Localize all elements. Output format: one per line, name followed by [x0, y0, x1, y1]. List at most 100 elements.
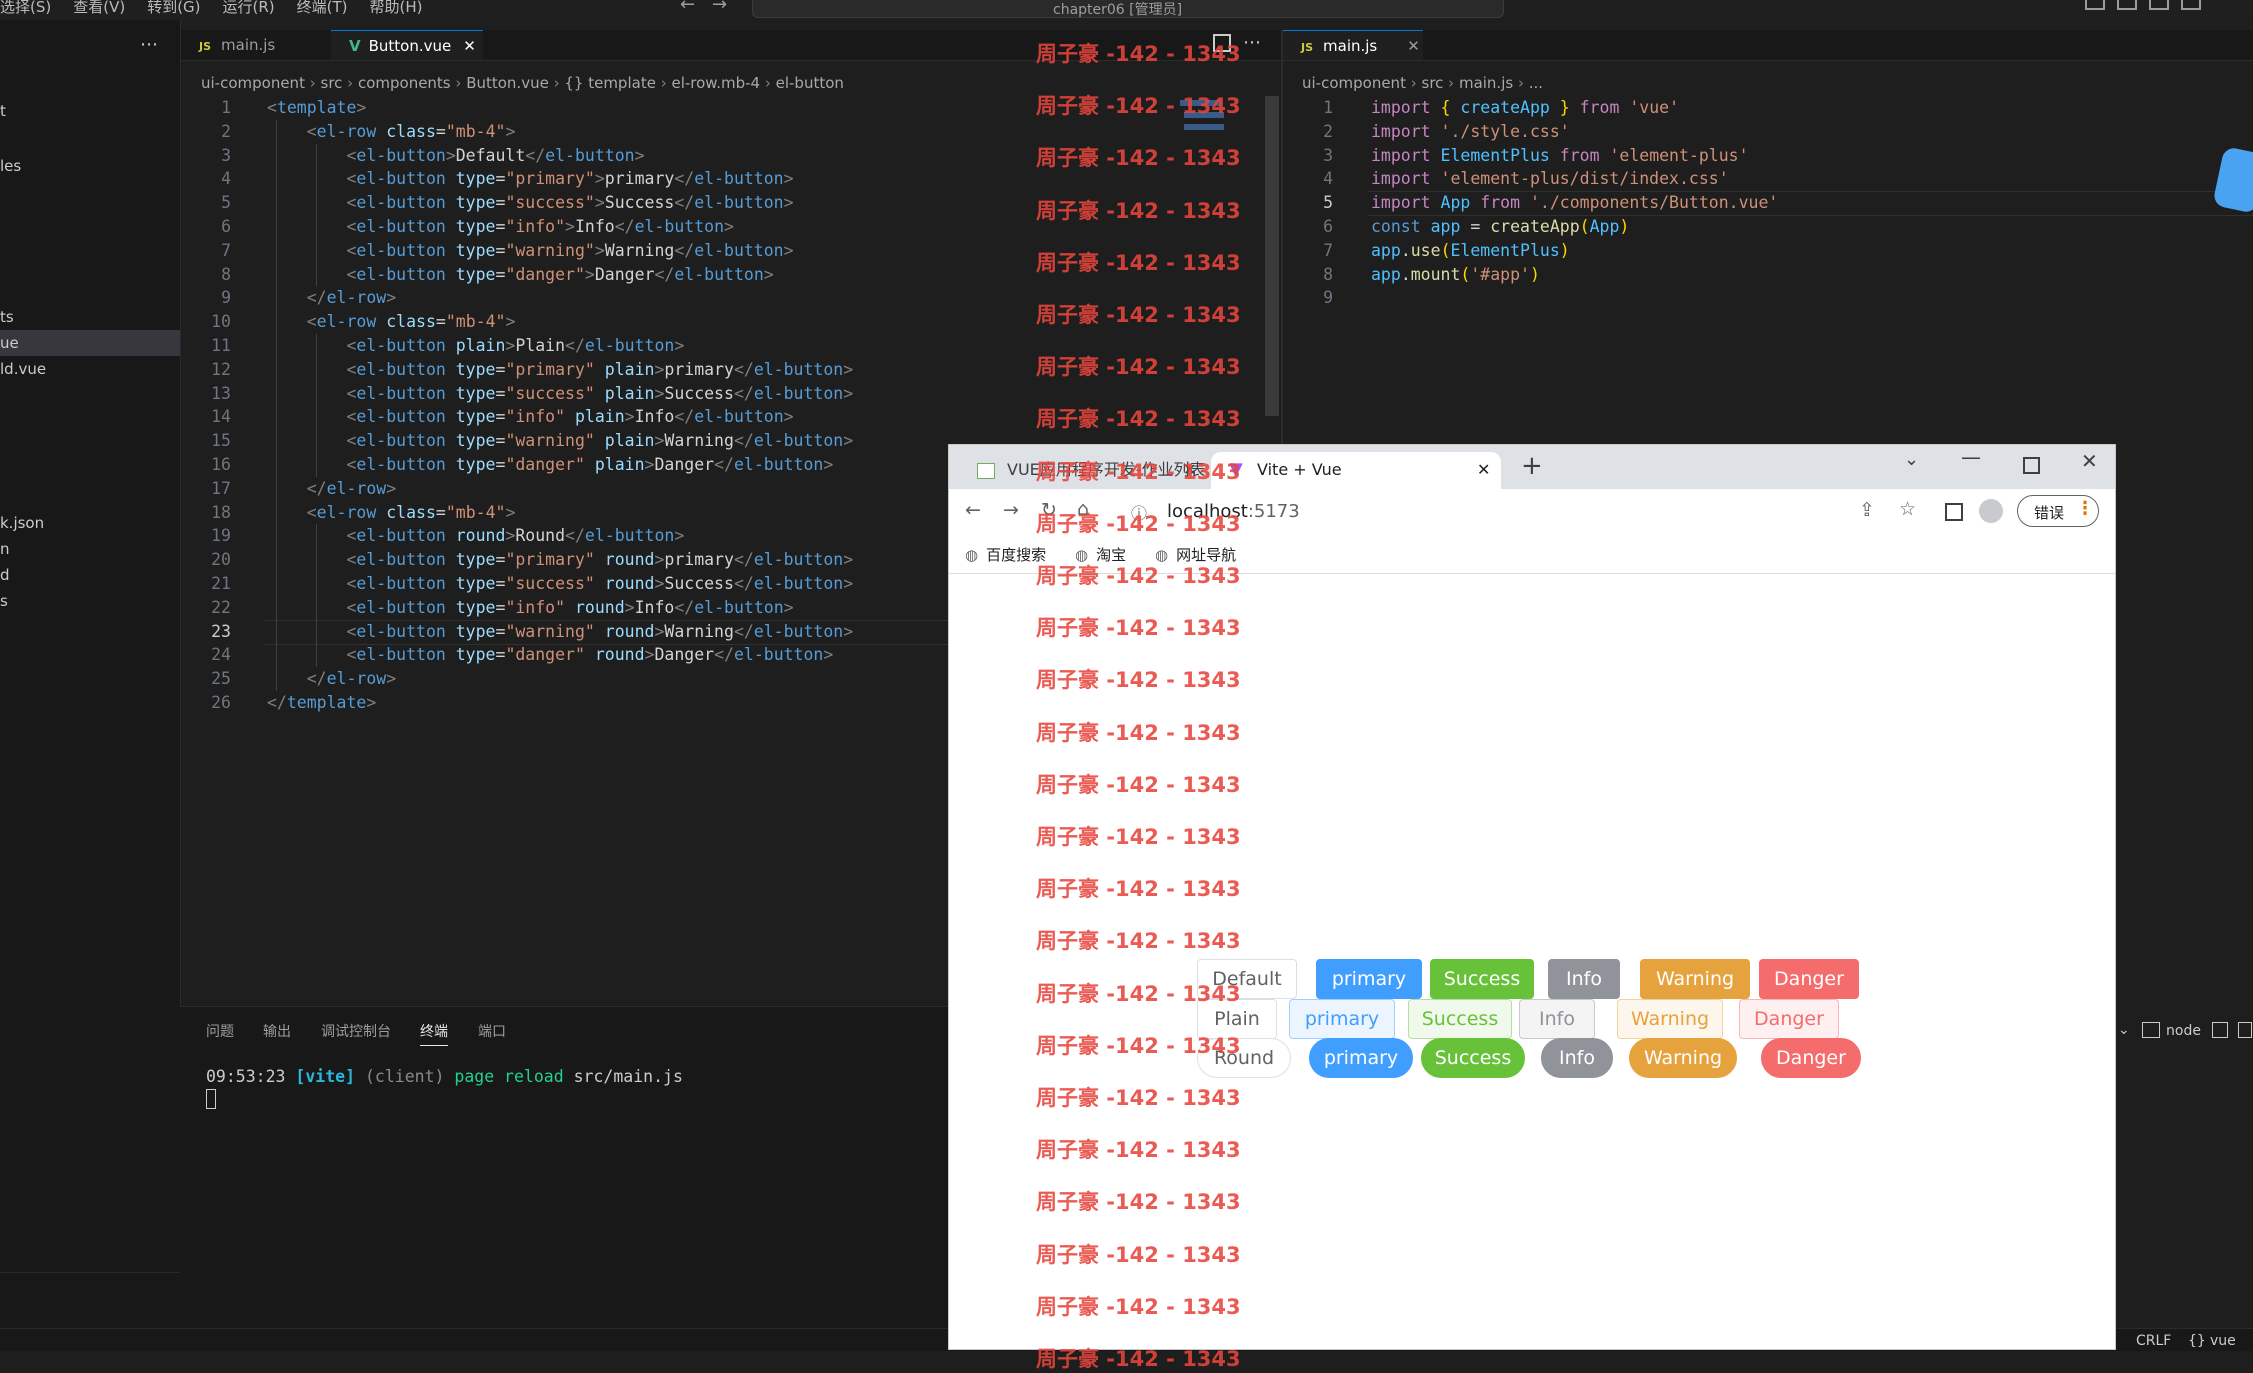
browser-tab-homework[interactable]: VUE应用程序开发-作业列表 ✕: [961, 452, 1206, 489]
code-line[interactable]: const app = createApp(App): [1371, 215, 1629, 239]
code-line[interactable]: <el-button type="danger">Danger</el-butt…: [267, 263, 773, 287]
bookmark-baidu[interactable]: ◍ 百度搜索: [965, 544, 1046, 565]
editor-more-icon[interactable]: ⋯: [1243, 32, 1261, 53]
breadcrumb-item[interactable]: el-button: [776, 74, 844, 92]
round-danger-button[interactable]: Danger: [1761, 1038, 1861, 1078]
home-icon[interactable]: ⌂: [1077, 498, 1089, 520]
explorer-item[interactable]: t: [0, 98, 180, 124]
breadcrumb-item[interactable]: {} template: [564, 74, 656, 92]
default-warning-button[interactable]: Warning: [1640, 959, 1750, 999]
plain-success-button[interactable]: Success: [1408, 999, 1512, 1039]
explorer-item[interactable]: ts: [0, 304, 180, 330]
code-line[interactable]: <el-row class="mb-4">: [267, 120, 516, 144]
explorer-item-selected[interactable]: ue: [0, 330, 180, 356]
kill-terminal-icon[interactable]: [2238, 1022, 2252, 1038]
error-button[interactable]: 错误 ⋮: [2017, 495, 2099, 527]
breadcrumb-item[interactable]: src: [1422, 74, 1444, 92]
tab-search-icon[interactable]: ⌄: [1904, 449, 1919, 470]
code-line[interactable]: import ElementPlus from 'element-plus': [1371, 144, 1749, 168]
menu-item[interactable]: 转到(G): [147, 0, 200, 16]
code-line[interactable]: <el-button>Default</el-button>: [267, 144, 644, 168]
menu-item[interactable]: 终端(T): [297, 0, 348, 16]
status-language[interactable]: vue: [2210, 1333, 2236, 1349]
breadcrumb-item[interactable]: main.js: [1459, 74, 1513, 92]
split-terminal-icon[interactable]: [2212, 1022, 2228, 1038]
code-line[interactable]: <el-button type="success">Success</el-bu…: [267, 191, 793, 215]
breadcrumb-item[interactable]: ui-component: [1302, 74, 1406, 92]
explorer-item[interactable]: d: [0, 562, 180, 588]
code-line[interactable]: <el-button type="danger" round>Danger</e…: [267, 643, 833, 667]
back-icon[interactable]: ←: [965, 499, 981, 521]
terminal-output[interactable]: 09:53:23 [vite] (client) page reload src…: [206, 1067, 683, 1086]
explorer-item[interactable]: k.json: [0, 510, 180, 536]
round-warning-button[interactable]: Warning: [1629, 1038, 1737, 1078]
menu-item[interactable]: 帮助(H): [370, 0, 423, 16]
bookmark-nav[interactable]: ◍ 网址导航: [1155, 544, 1236, 565]
code-line[interactable]: <el-button type="info" round>Info</el-bu…: [267, 596, 793, 620]
terminal-shell-label[interactable]: node: [2166, 1023, 2201, 1039]
code-line[interactable]: <el-button type="success" round>Success<…: [267, 572, 853, 596]
close-tab-icon[interactable]: ✕: [1183, 452, 1196, 488]
toggle-secondary-sidebar-icon[interactable]: [2149, 0, 2169, 10]
reload-icon[interactable]: ↻: [1041, 499, 1057, 521]
explorer-item[interactable]: les: [0, 153, 180, 179]
default-success-button[interactable]: Success: [1430, 959, 1534, 999]
code-line[interactable]: </el-row>: [267, 286, 396, 310]
code-line[interactable]: <el-button type="info" plain>Info</el-bu…: [267, 405, 793, 429]
panel-tab-terminal[interactable]: 终端: [420, 1021, 448, 1046]
explorer-item[interactable]: n: [0, 536, 180, 562]
breadcrumb-item[interactable]: components: [358, 74, 451, 92]
code-line[interactable]: import './style.css': [1371, 120, 1570, 144]
terminal-chevron-icon[interactable]: ⌄: [2118, 1022, 2130, 1038]
code-line[interactable]: </el-row>: [267, 667, 396, 691]
tab-button-vue[interactable]: V Button.vue ✕: [331, 30, 483, 60]
default-default-button[interactable]: Default: [1197, 959, 1297, 999]
close-window-icon[interactable]: ✕: [2081, 449, 2098, 473]
code-line[interactable]: <el-button type="danger" plain>Danger</e…: [267, 453, 833, 477]
code-line[interactable]: </el-row>: [267, 477, 396, 501]
close-tab-icon[interactable]: ✕: [463, 37, 476, 55]
bookmark-taobao[interactable]: ◍ 淘宝: [1075, 544, 1126, 565]
minimap[interactable]: [1180, 96, 1230, 144]
plain-primary-button[interactable]: primary: [1289, 999, 1395, 1039]
breadcrumb-item[interactable]: Button.vue: [466, 74, 549, 92]
terminal-shell-icon[interactable]: [2142, 1022, 2160, 1038]
browser-tab-vite[interactable]: ▼ Vite + Vue ✕: [1211, 452, 1501, 489]
round-success-button[interactable]: Success: [1421, 1038, 1525, 1078]
explorer-item[interactable]: s: [0, 588, 180, 614]
explorer-item[interactable]: ld.vue: [0, 356, 180, 382]
address-bar[interactable]: localhost:5173: [1167, 501, 1300, 522]
bookmark-star-icon[interactable]: ☆: [1899, 498, 1916, 520]
panel-tab-problems[interactable]: 问题: [206, 1021, 234, 1041]
code-line[interactable]: <el-button plain>Plain</el-button>: [267, 334, 684, 358]
code-line[interactable]: import 'element-plus/dist/index.css': [1371, 167, 1729, 191]
nav-back-icon[interactable]: ←: [680, 0, 695, 15]
code-line[interactable]: <el-row class="mb-4">: [267, 501, 516, 525]
split-editor-icon[interactable]: [1213, 34, 1231, 52]
code-line[interactable]: <el-button type="warning">Warning</el-bu…: [267, 239, 793, 263]
share-icon[interactable]: ⇪: [1859, 499, 1875, 521]
panel-tab-debug-console[interactable]: 调试控制台: [321, 1021, 391, 1041]
more-actions-icon[interactable]: ⋯: [140, 34, 158, 55]
code-line[interactable]: <el-button type="warning" round>Warning<…: [267, 620, 853, 644]
code-line[interactable]: import { createApp } from 'vue': [1371, 96, 1679, 120]
default-danger-button[interactable]: Danger: [1759, 959, 1859, 999]
command-center[interactable]: chapter06 [管理员]: [752, 0, 1504, 18]
code-line[interactable]: <el-button type="primary">primary</el-bu…: [267, 167, 793, 191]
toggle-sidebar-icon[interactable]: [2085, 0, 2105, 10]
code-line[interactable]: </template>: [267, 691, 376, 715]
new-tab-icon[interactable]: +: [1521, 451, 1543, 481]
panel-tab-ports[interactable]: 端口: [478, 1021, 506, 1041]
menu-item[interactable]: 运行(R): [223, 0, 275, 16]
round-primary-button[interactable]: primary: [1309, 1038, 1413, 1078]
plain-info-button[interactable]: Info: [1519, 999, 1595, 1039]
tab-main-js-right[interactable]: JS main.js ✕: [1283, 30, 1423, 60]
code-line[interactable]: <el-button type="warning" plain>Warning<…: [267, 429, 853, 453]
default-primary-button[interactable]: primary: [1316, 959, 1422, 999]
menu-item[interactable]: 查看(V): [73, 0, 125, 16]
side-panel-icon[interactable]: [1945, 503, 1963, 521]
code-line[interactable]: app.mount('#app'): [1371, 263, 1540, 287]
breadcrumb-item[interactable]: ui-component: [201, 74, 305, 92]
code-line[interactable]: <el-button type="info">Info</el-button>: [267, 215, 733, 239]
right-code-area[interactable]: 1 import { createApp } from 'vue' 2 import …: [1283, 96, 2253, 336]
